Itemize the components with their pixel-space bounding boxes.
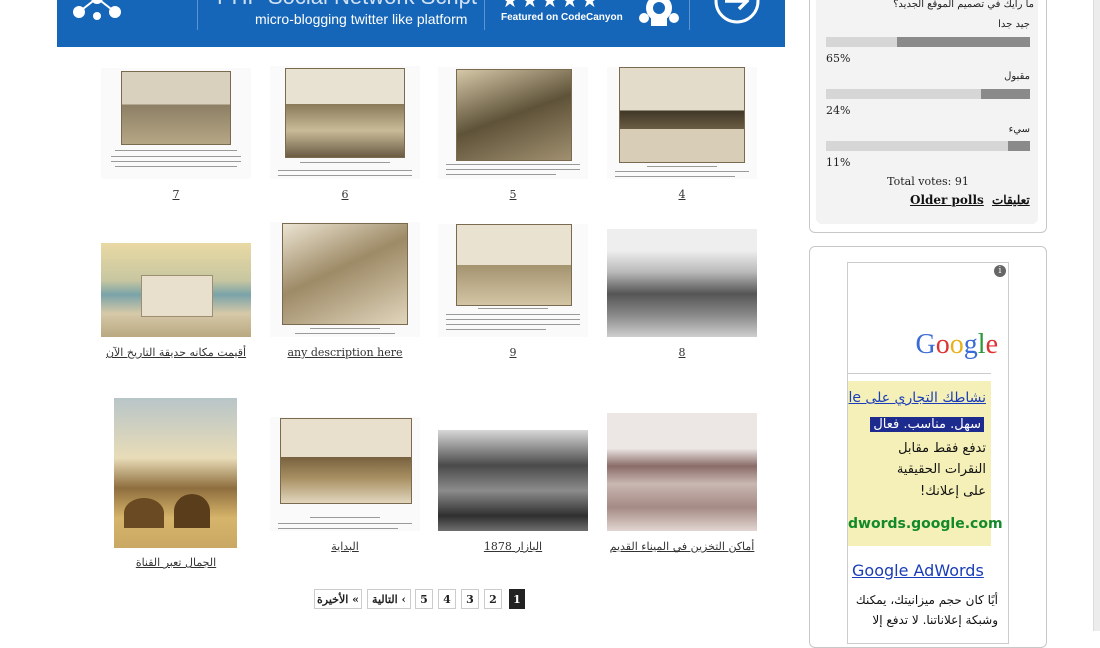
poll-widget: ما رأيك في تصميم الموقع الجديد؟ جيد جدا … xyxy=(809,0,1047,233)
gallery-thumbnail[interactable] xyxy=(607,67,757,179)
ad-body-line: وشبكة إعلاناتنا. لا تدفع إلا xyxy=(872,613,998,627)
gallery-caption[interactable]: 6 xyxy=(270,188,420,201)
gallery-thumbnail[interactable] xyxy=(438,224,588,337)
adwords-link[interactable]: Google AdWords xyxy=(852,561,984,580)
gallery-caption[interactable]: أماكن التخزين في الميناء القديم xyxy=(607,540,757,553)
poll-comments-link[interactable]: تعليقات xyxy=(992,193,1030,207)
gallery-caption[interactable]: البازار 1878 xyxy=(438,540,588,553)
poll-option-label: سيء xyxy=(1008,124,1030,135)
pager-last-button[interactable]: الأخيرة « xyxy=(314,589,362,609)
ad-line: تدفع فقط مقابل xyxy=(898,441,986,456)
gallery-thumbnail[interactable] xyxy=(270,66,420,179)
poll-option-bar xyxy=(826,141,1030,151)
ad-tagline: سهل. مناسب. فعال xyxy=(870,417,984,432)
google-logo: Google xyxy=(915,329,998,360)
pager-page-3[interactable]: 3 xyxy=(461,589,479,609)
rating-stars: ★★★★★ xyxy=(501,0,601,12)
gallery-thumbnail[interactable] xyxy=(270,417,420,531)
poll-option-percent: 11% xyxy=(826,156,851,169)
gallery-thumbnail[interactable] xyxy=(101,243,251,337)
banner-title: PHP Social Network Script xyxy=(217,0,477,10)
info-icon[interactable]: i xyxy=(994,265,1006,277)
gallery-caption[interactable]: 8 xyxy=(607,346,757,359)
gallery-caption[interactable]: any description here xyxy=(270,346,420,359)
gallery-thumbnail[interactable] xyxy=(438,67,588,179)
gallery-caption[interactable]: 5 xyxy=(438,188,588,201)
pager-page-2[interactable]: 2 xyxy=(484,589,502,609)
arrow-right-circle-icon[interactable] xyxy=(711,0,763,26)
featured-label: Featured on CodeCanyon xyxy=(501,12,623,23)
ad-headline[interactable]: نشاطك التجاري على le xyxy=(848,390,986,406)
gallery-thumbnail[interactable] xyxy=(607,229,757,337)
poll-bar-fill xyxy=(897,37,1030,47)
gallery-thumbnail[interactable] xyxy=(114,398,237,548)
google-ad[interactable]: i Google نشاطك التجاري على le سهل. مناسب… xyxy=(847,262,1009,644)
mascot-icon xyxy=(639,0,679,26)
poll-bar-fill xyxy=(981,89,1030,99)
poll-question: ما رأيك في تصميم الموقع الجديد؟ xyxy=(893,0,1034,10)
pager-page-1[interactable]: 1 xyxy=(509,589,525,609)
pager-page-5[interactable]: 5 xyxy=(415,589,433,609)
share-network-icon xyxy=(73,0,121,20)
older-polls-link[interactable]: Older polls xyxy=(910,193,984,207)
poll-option-label: جيد جدا xyxy=(998,19,1030,30)
ad-line: على إعلانك! xyxy=(920,484,986,499)
gallery-thumbnail[interactable] xyxy=(270,222,420,337)
gallery-caption[interactable]: أقيمت مكانه حديقة التاريخ الآن xyxy=(101,346,251,359)
poll-option-percent: 24% xyxy=(826,104,851,117)
gallery-thumbnail[interactable] xyxy=(438,430,588,531)
gallery-thumbnail[interactable] xyxy=(101,68,251,179)
gallery-caption[interactable]: 9 xyxy=(438,346,588,359)
poll-option-percent: 65% xyxy=(826,52,851,65)
poll-option-label: مقبول xyxy=(1004,71,1030,82)
poll-option-bar xyxy=(826,89,1030,99)
gallery-thumbnail[interactable] xyxy=(607,413,757,531)
promo-banner[interactable]: PHP Social Network Script micro-blogging… xyxy=(57,0,785,47)
ad-url[interactable]: dwords.google.com xyxy=(848,516,1003,532)
poll-option-bar xyxy=(826,37,1030,47)
pager-page-4[interactable]: 4 xyxy=(438,589,456,609)
poll-bar-fill xyxy=(1007,141,1030,151)
banner-subtitle: micro-blogging twitter like platform xyxy=(255,11,468,27)
gallery-caption[interactable]: 4 xyxy=(607,188,757,201)
ad-body-line: أيًا كان حجم ميزانيتك، يمكنك xyxy=(855,593,998,607)
pager-next-button[interactable]: التالية ‹ xyxy=(367,589,411,609)
poll-total-votes: Total votes: 91 xyxy=(887,175,969,188)
gallery-caption[interactable]: البداية xyxy=(270,540,420,553)
gallery-caption[interactable]: 7 xyxy=(101,188,251,201)
gallery-caption[interactable]: الجمال تعبر القناة xyxy=(101,556,251,569)
page-scrollbar[interactable] xyxy=(1093,0,1100,631)
ad-line: النقرات الحقيقية xyxy=(896,462,986,477)
